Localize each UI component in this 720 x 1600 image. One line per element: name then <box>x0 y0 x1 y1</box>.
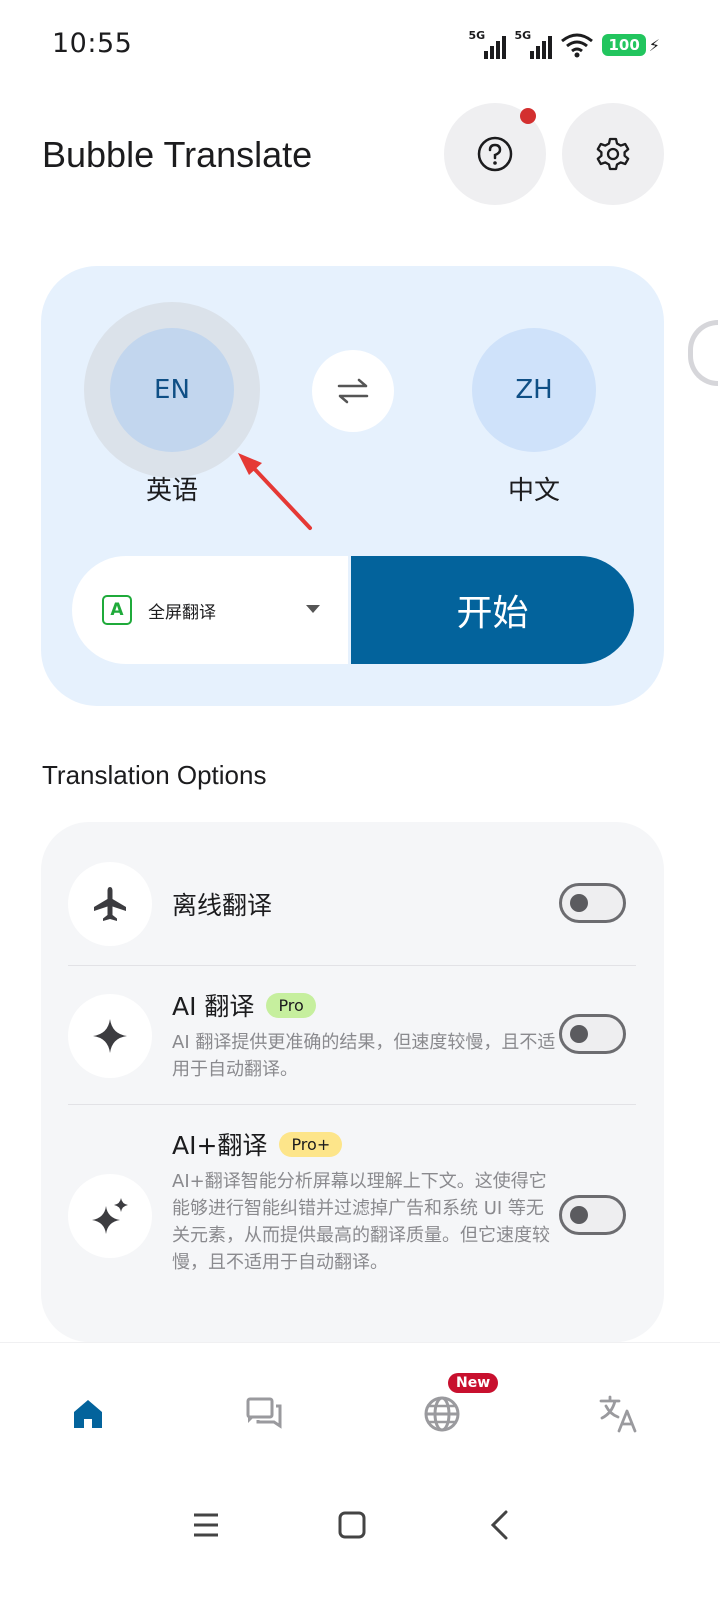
ai-plus-toggle[interactable] <box>559 1195 626 1235</box>
ai-plus-option-title: AI+翻译 Pro+ <box>172 1126 343 1162</box>
square-icon <box>338 1511 366 1539</box>
new-badge: New <box>448 1373 499 1393</box>
globe-icon <box>424 1396 460 1432</box>
swap-arrows-icon <box>337 378 369 404</box>
ai-toggle[interactable] <box>559 1014 626 1054</box>
home-system-button[interactable] <box>327 1500 377 1550</box>
divider <box>68 1104 636 1105</box>
gear-icon <box>596 137 630 171</box>
chat-icon <box>246 1397 282 1429</box>
back-chevron-icon <box>490 1510 508 1540</box>
ai-plus-option-icon-wrap <box>68 1174 152 1258</box>
status-time: 10:55 <box>52 28 133 59</box>
nav-chat[interactable] <box>240 1390 288 1438</box>
recents-button[interactable] <box>181 1500 231 1550</box>
menu-icon <box>194 1513 218 1537</box>
divider <box>68 965 636 966</box>
battery-indicator: 100 ⚡ <box>602 34 660 56</box>
ai-option-icon-wrap <box>68 994 152 1078</box>
ai-plus-option-description: AI+翻译智能分析屏幕以理解上下文。这使得它能够进行智能纠错并过滤掉广告和系统 … <box>172 1171 550 1273</box>
section-title: Translation Options <box>42 760 267 790</box>
fullscreen-mode-icon: A <box>102 595 132 625</box>
wifi-icon <box>561 33 594 58</box>
mode-label: 全屏翻译 <box>148 602 216 623</box>
battery-level: 100 <box>602 34 646 56</box>
floating-bubble-handle[interactable] <box>688 320 718 386</box>
back-button[interactable] <box>475 1500 525 1550</box>
caret-down-icon <box>306 605 320 613</box>
target-language-label: 中文 <box>507 476 560 506</box>
app-title: Bubble Translate <box>42 134 313 175</box>
offline-option-title: 离线翻译 <box>172 891 273 920</box>
help-circle-icon <box>477 136 513 172</box>
nav-translate[interactable] <box>594 1390 642 1438</box>
start-button[interactable]: 开始 <box>351 556 634 664</box>
offline-option-icon-wrap <box>68 862 152 946</box>
nav-home[interactable] <box>64 1390 112 1438</box>
status-icons: 5G 5G 100 ⚡ <box>468 29 660 60</box>
offline-toggle[interactable] <box>559 883 626 923</box>
notification-dot <box>520 108 536 124</box>
sparkle-icon <box>93 1019 127 1053</box>
pro-plus-badge: Pro+ <box>279 1131 343 1157</box>
swap-languages-button[interactable] <box>312 350 394 432</box>
source-language-button[interactable]: EN <box>110 328 234 452</box>
pro-badge: Pro <box>266 992 316 1018</box>
settings-button[interactable] <box>562 103 664 205</box>
ai-option-title: AI 翻译 Pro <box>172 987 316 1023</box>
status-bar: 10:55 5G 5G 100 ⚡ <box>0 0 720 92</box>
target-language-button[interactable]: ZH <box>472 328 596 452</box>
nav-web[interactable] <box>418 1390 466 1438</box>
signal-icon: 5G <box>468 29 507 59</box>
source-language-label: 英语 <box>145 476 198 506</box>
charging-icon: ⚡ <box>648 35 660 55</box>
ai-option-description: AI 翻译提供更准确的结果，但速度较慢，且不适用于自动翻译。 <box>172 1032 556 1080</box>
translate-icon <box>599 1395 637 1433</box>
airplane-icon <box>94 887 126 921</box>
sparkles-icon <box>92 1198 128 1234</box>
signal-icon: 5G <box>514 29 553 59</box>
home-icon <box>74 1400 102 1428</box>
